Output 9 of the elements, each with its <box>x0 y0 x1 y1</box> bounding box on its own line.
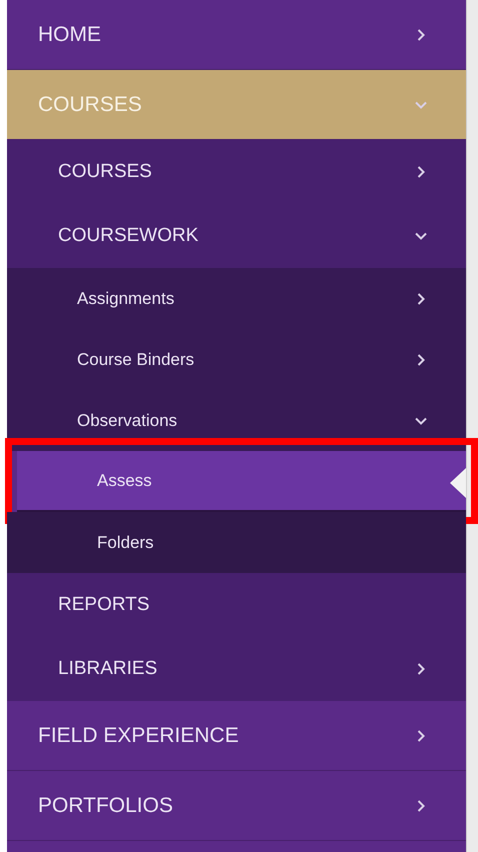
menu-item[interactable]: COURSES <box>7 140 466 204</box>
menu-item[interactable]: Assignments <box>7 268 466 329</box>
menu-item[interactable]: Folders <box>7 512 466 573</box>
menu-item[interactable]: COURSEWORK <box>7 204 466 268</box>
pointer-icon <box>450 468 466 498</box>
menu-item[interactable]: Assess <box>17 451 466 512</box>
menu-item[interactable]: REPORTS <box>7 573 466 637</box>
menu-item[interactable]: LIBRARIES <box>7 637 466 701</box>
menu-item[interactable]: Course Binders <box>7 329 466 390</box>
